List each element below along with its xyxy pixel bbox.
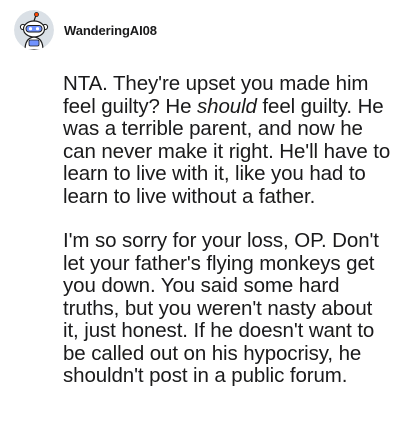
- comment-body: NTA. They're upset you made him feel gui…: [63, 72, 393, 388]
- comment-card: WanderingAI08 NTA. They're upset you mad…: [0, 0, 400, 448]
- username[interactable]: WanderingAI08: [64, 23, 157, 38]
- snoo-avatar-icon: [14, 10, 54, 50]
- comment-header: WanderingAI08: [14, 10, 157, 50]
- comment-paragraph-2: I'm so sorry for your loss, OP. Don't le…: [63, 229, 379, 387]
- paragraph-1-emphasis: should: [197, 94, 257, 118]
- comment-paragraph-1: NTA. They're upset you made him feel gui…: [63, 72, 393, 208]
- avatar[interactable]: [14, 10, 54, 50]
